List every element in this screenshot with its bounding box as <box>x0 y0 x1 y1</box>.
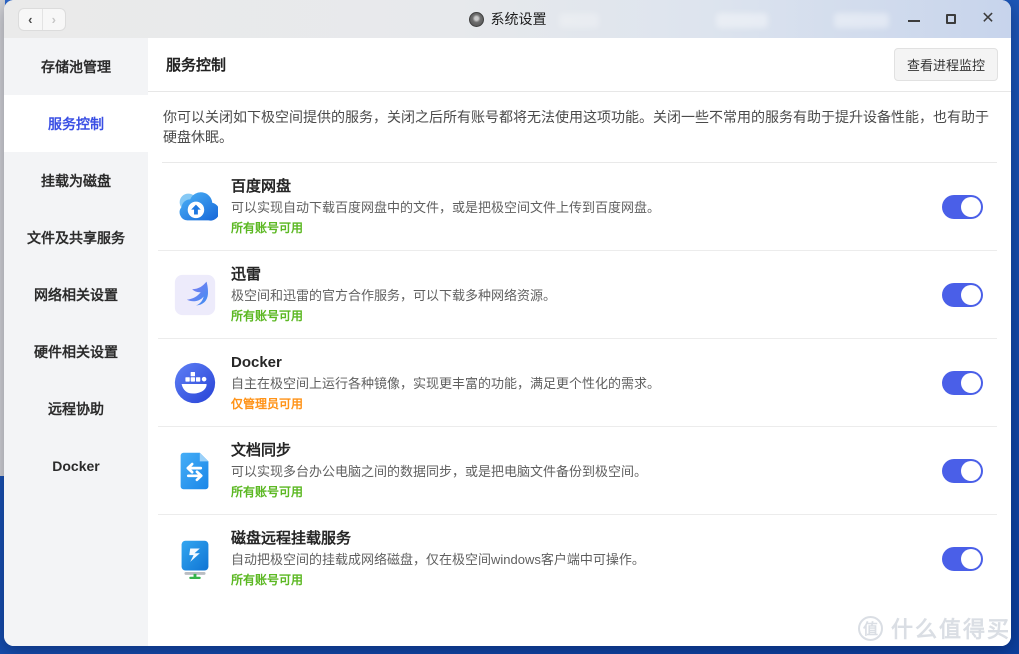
sidebar-item-mount-as-disk[interactable]: 挂载为磁盘 <box>4 152 148 209</box>
service-toggle-remote-mount[interactable] <box>942 547 983 571</box>
service-name: 迅雷 <box>231 265 942 284</box>
sidebar-item-network-settings[interactable]: 网络相关设置 <box>4 266 148 323</box>
forward-button[interactable]: › <box>42 9 66 30</box>
service-row-baidu-netdisk: 百度网盘 可以实现自动下载百度网盘中的文件，或是把极空间文件上传到百度网盘。 所… <box>158 163 997 250</box>
service-name: 文档同步 <box>231 441 942 460</box>
sidebar-item-storage-pool[interactable]: 存储池管理 <box>4 38 148 95</box>
close-button[interactable]: ✕ <box>979 10 997 28</box>
back-button[interactable]: ‹ <box>19 9 42 30</box>
service-row-remote-mount: 磁盘远程挂载服务 自动把极空间的挂载成网络磁盘，仅在极空间windows客户端中… <box>158 514 997 602</box>
maximize-button[interactable] <box>942 10 960 28</box>
service-description: 自主在极空间上运行各种镜像，实现更丰富的功能，满足更个性化的需求。 <box>231 375 942 393</box>
title-bar: ‹ › 系统设置 ✕ <box>4 0 1011 38</box>
sidebar-item-file-sharing[interactable]: 文件及共享服务 <box>4 209 148 266</box>
service-list: 百度网盘 可以实现自动下载百度网盘中的文件，或是把极空间文件上传到百度网盘。 所… <box>148 163 1011 646</box>
service-control-description: 你可以关闭如下极空间提供的服务，关闭之后所有账号都将无法使用这项功能。关闭一些不… <box>148 92 1011 162</box>
window-title: 系统设置 <box>491 9 547 29</box>
background-blur-artifact <box>716 13 768 28</box>
remote-mount-icon <box>172 536 218 582</box>
view-process-monitor-button[interactable]: 查看进程监控 <box>894 48 998 81</box>
baidu-netdisk-icon <box>172 184 218 230</box>
sidebar-item-remote-assist[interactable]: 远程协助 <box>4 380 148 437</box>
background-blur-artifact <box>834 13 889 28</box>
service-toggle-xunlei[interactable] <box>942 283 983 307</box>
service-control-panel: 服务控制 查看进程监控 你可以关闭如下极空间提供的服务，关闭之后所有账号都将无法… <box>148 38 1011 646</box>
minimize-button[interactable] <box>905 10 923 28</box>
system-settings-window: ‹ › 系统设置 ✕ 存储池管理 服务控制 挂载为磁盘 文件及共享服务 网络相关… <box>4 0 1011 646</box>
settings-sidebar: 存储池管理 服务控制 挂载为磁盘 文件及共享服务 网络相关设置 硬件相关设置 远… <box>4 38 148 646</box>
service-description: 自动把极空间的挂载成网络磁盘，仅在极空间windows客户端中可操作。 <box>231 551 942 569</box>
service-row-xunlei: 迅雷 极空间和迅雷的官方合作服务，可以下载多种网络资源。 所有账号可用 <box>158 250 997 338</box>
content-header: 服务控制 查看进程监控 <box>148 38 1011 92</box>
page-title: 服务控制 <box>166 54 226 75</box>
docker-icon <box>172 360 218 406</box>
service-description: 可以实现多台办公电脑之间的数据同步，或是把电脑文件备份到极空间。 <box>231 463 942 481</box>
service-toggle-docker[interactable] <box>942 371 983 395</box>
sidebar-item-service-control[interactable]: 服务控制 <box>4 95 148 152</box>
window-controls: ✕ <box>905 0 997 38</box>
service-toggle-baidu-netdisk[interactable] <box>942 195 983 219</box>
sidebar-item-hardware-settings[interactable]: 硬件相关设置 <box>4 323 148 380</box>
nav-button-group: ‹ › <box>18 8 66 31</box>
service-availability-badge: 所有账号可用 <box>231 308 942 324</box>
xunlei-icon <box>172 272 218 318</box>
service-name: Docker <box>231 353 942 372</box>
service-row-docker: Docker 自主在极空间上运行各种镜像，实现更丰富的功能，满足更个性化的需求。… <box>158 338 997 426</box>
service-toggle-doc-sync[interactable] <box>942 459 983 483</box>
window-title-group: 系统设置 <box>469 9 547 29</box>
service-description: 极空间和迅雷的官方合作服务，可以下载多种网络资源。 <box>231 287 942 305</box>
service-row-doc-sync: 文档同步 可以实现多台办公电脑之间的数据同步，或是把电脑文件备份到极空间。 所有… <box>158 426 997 514</box>
sidebar-item-docker[interactable]: Docker <box>4 437 148 494</box>
service-name: 百度网盘 <box>231 177 942 196</box>
service-description: 可以实现自动下载百度网盘中的文件，或是把极空间文件上传到百度网盘。 <box>231 199 942 217</box>
service-availability-badge: 所有账号可用 <box>231 220 942 236</box>
service-availability-badge: 所有账号可用 <box>231 572 942 588</box>
doc-sync-icon <box>172 448 218 494</box>
service-availability-badge: 仅管理员可用 <box>231 396 942 412</box>
service-name: 磁盘远程挂载服务 <box>231 529 942 548</box>
background-blur-artifact <box>559 13 599 28</box>
service-availability-badge: 所有账号可用 <box>231 484 942 500</box>
settings-gear-icon <box>469 12 484 27</box>
